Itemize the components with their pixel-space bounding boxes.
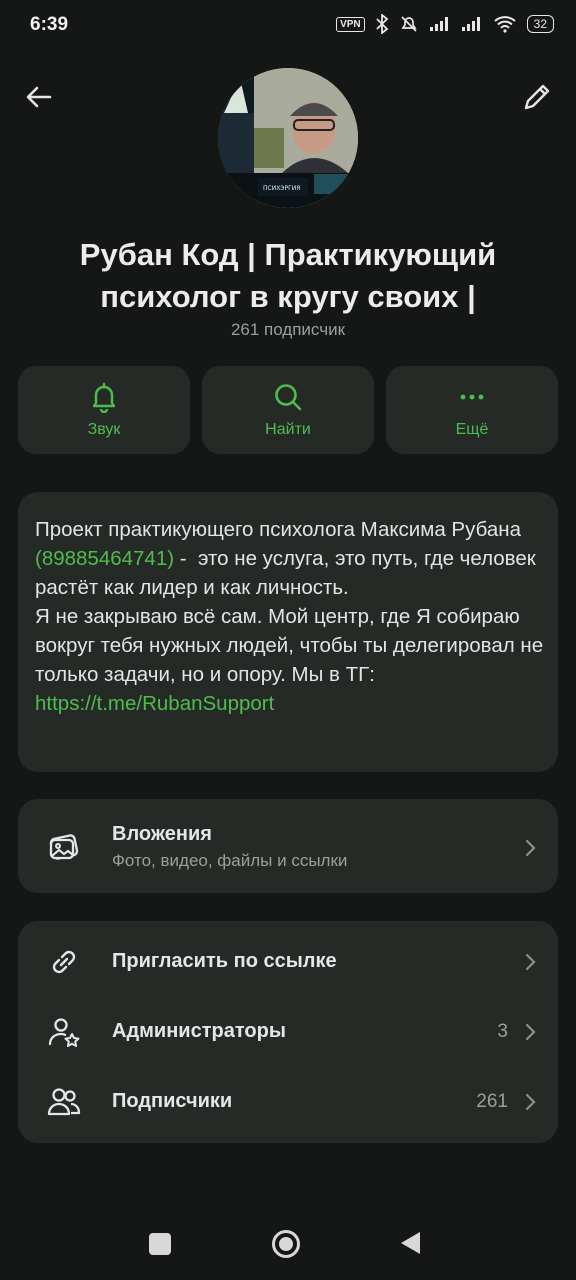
link-icon xyxy=(52,950,76,974)
status-bar: 6:39 VPN 32 xyxy=(0,0,576,54)
channel-title: Рубан Код | Практикующий психолог в круг… xyxy=(79,237,497,314)
phone-link[interactable]: (89885464741) xyxy=(35,547,174,570)
more-button[interactable]: Ещё xyxy=(386,366,558,454)
attachments-title: Вложения xyxy=(112,823,212,845)
avatar-logo-text: ПСИХЭРГИЯ xyxy=(263,185,300,192)
subscribers-label: Подписчики xyxy=(112,1090,233,1112)
chevron-right-icon xyxy=(525,953,536,971)
telegram-link[interactable]: https://t.me/RubanSupport xyxy=(35,692,274,715)
attachments-card: Вложения Фото, видео, файлы и ссылки xyxy=(18,799,558,893)
channel-menu-card: Пригласить по ссылке Администраторы 3 По… xyxy=(18,921,558,1143)
search-icon xyxy=(275,384,302,411)
subscribers-row[interactable]: Подписчики 261 xyxy=(18,1067,558,1137)
recent-apps-button[interactable] xyxy=(149,1233,171,1255)
invite-link-label: Пригласить по ссылке xyxy=(112,950,337,972)
system-back-button[interactable] xyxy=(398,1230,422,1256)
chevron-right-icon xyxy=(525,1093,536,1111)
administrators-row[interactable]: Администраторы 3 xyxy=(18,997,558,1067)
sound-button-label: Звук xyxy=(87,421,121,438)
signal-icon-1 xyxy=(429,17,448,31)
subscriber-count: 261 подписчик xyxy=(230,320,346,339)
admin-star-icon xyxy=(48,1018,80,1047)
signal-icon-2 xyxy=(461,17,480,31)
more-dots-icon xyxy=(460,394,484,400)
home-button[interactable] xyxy=(271,1229,301,1259)
channel-avatar[interactable]: ПСИХЭРГИЯ xyxy=(218,68,358,208)
vpn-badge: VPN xyxy=(336,16,365,32)
status-time: 6:39 xyxy=(30,14,69,35)
channel-description: Проект практикующего психолога Максима Р… xyxy=(35,515,545,718)
bell-icon xyxy=(92,382,116,413)
sound-button[interactable]: Звук xyxy=(18,366,190,454)
subscribers-count: 261 xyxy=(476,1091,508,1112)
administrators-label: Администраторы xyxy=(112,1020,286,1042)
attachments-subtitle: Фото, видео, файлы и ссылки xyxy=(112,851,348,870)
battery-indicator: 32 xyxy=(526,15,554,33)
description-text-1: Проект практикующего психолога Максима Р… xyxy=(35,518,527,541)
pencil-icon[interactable] xyxy=(520,80,554,114)
search-button[interactable]: Найти xyxy=(202,366,374,454)
attachments-row[interactable]: Вложения Фото, видео, файлы и ссылки xyxy=(18,811,558,881)
invite-link-row[interactable]: Пригласить по ссылке xyxy=(18,927,558,997)
mute-icon xyxy=(401,16,417,32)
people-icon xyxy=(47,1088,81,1116)
chevron-right-icon xyxy=(525,1023,536,1041)
status-icons: VPN 32 xyxy=(336,14,554,34)
more-button-label: Ещё xyxy=(455,421,489,438)
arrow-left-icon[interactable] xyxy=(22,80,56,114)
chevron-right-icon xyxy=(525,839,536,857)
channel-description-card: Проект практикующего психолога Максима Р… xyxy=(18,492,558,772)
bluetooth-icon xyxy=(376,14,388,34)
avatar-collage-image: ПСИХЭРГИЯ xyxy=(218,68,358,208)
media-gallery-icon xyxy=(49,834,79,860)
wifi-icon xyxy=(493,16,516,33)
search-button-label: Найти xyxy=(265,421,311,438)
administrators-count: 3 xyxy=(497,1021,508,1042)
